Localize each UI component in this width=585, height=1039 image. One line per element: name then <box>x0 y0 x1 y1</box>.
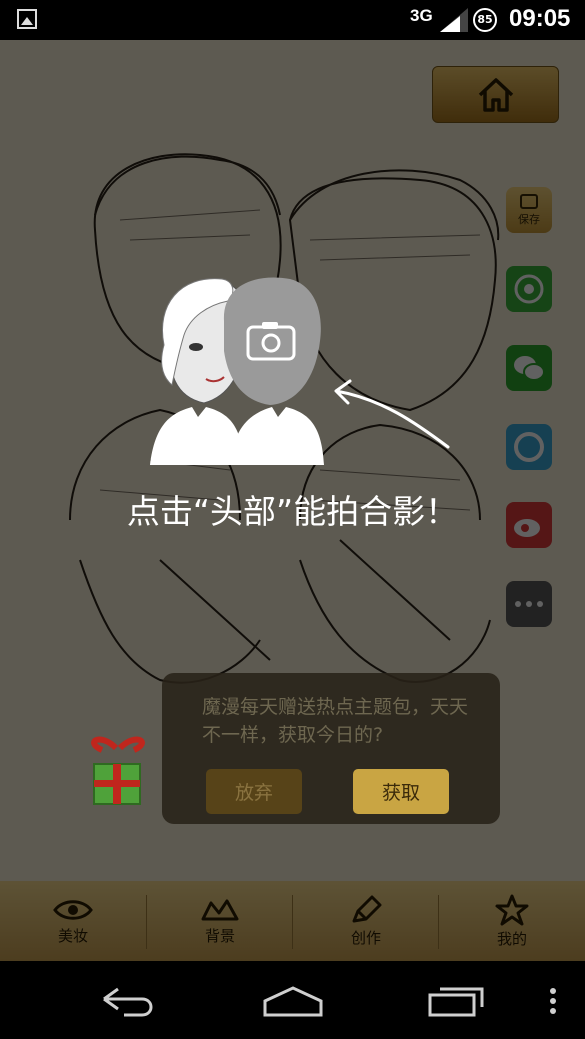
navigation-bar <box>0 961 585 1039</box>
network-type: 3G <box>410 6 433 25</box>
group-photo-illustration <box>150 277 450 465</box>
clock: 09:05 <box>509 5 571 32</box>
overflow-menu-icon[interactable] <box>548 987 558 1017</box>
signal-icon <box>440 8 468 32</box>
home-nav-icon[interactable] <box>262 985 324 1019</box>
image-notification-icon <box>17 9 37 29</box>
battery-indicator: 85 <box>473 8 497 32</box>
status-bar: 3G 85 09:05 <box>0 0 585 40</box>
hint-text: 点击“头部”能拍合影！ <box>126 492 459 531</box>
get-button[interactable]: 获取 <box>353 769 449 814</box>
recent-apps-icon[interactable] <box>428 985 488 1019</box>
app-canvas: 保存 美妆 背景 创作 我的 <box>0 40 585 961</box>
daily-theme-dialog: 魔漫每天赠送热点主题包，天天不一样，获取今日的? 放弃 获取 <box>162 673 500 824</box>
dialog-message: 魔漫每天赠送热点主题包，天天不一样，获取今日的? <box>202 696 469 746</box>
gift-icon[interactable] <box>80 728 160 818</box>
back-icon[interactable] <box>100 985 160 1019</box>
giveup-button[interactable]: 放弃 <box>206 769 302 814</box>
